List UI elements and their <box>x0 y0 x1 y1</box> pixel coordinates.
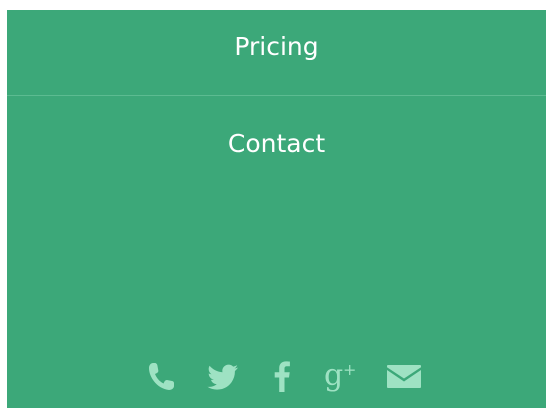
nav-divider <box>7 95 546 96</box>
nav-item-pricing[interactable]: Pricing <box>7 32 546 62</box>
phone-icon <box>149 363 174 390</box>
facebook-link[interactable] <box>271 358 293 394</box>
google-plus-icon: g + <box>324 358 357 393</box>
facebook-icon <box>274 361 290 392</box>
twitter-link[interactable] <box>205 358 241 394</box>
nav-item-contact[interactable]: Contact <box>7 129 546 159</box>
google-plus-link[interactable]: g + <box>324 358 360 394</box>
mobile-menu-panel: Pricing Contact g + <box>7 10 546 408</box>
twitter-icon <box>207 364 238 390</box>
email-icon <box>387 365 421 388</box>
social-links: g + <box>7 358 546 394</box>
phone-link[interactable] <box>145 358 177 394</box>
email-link[interactable] <box>385 358 423 394</box>
